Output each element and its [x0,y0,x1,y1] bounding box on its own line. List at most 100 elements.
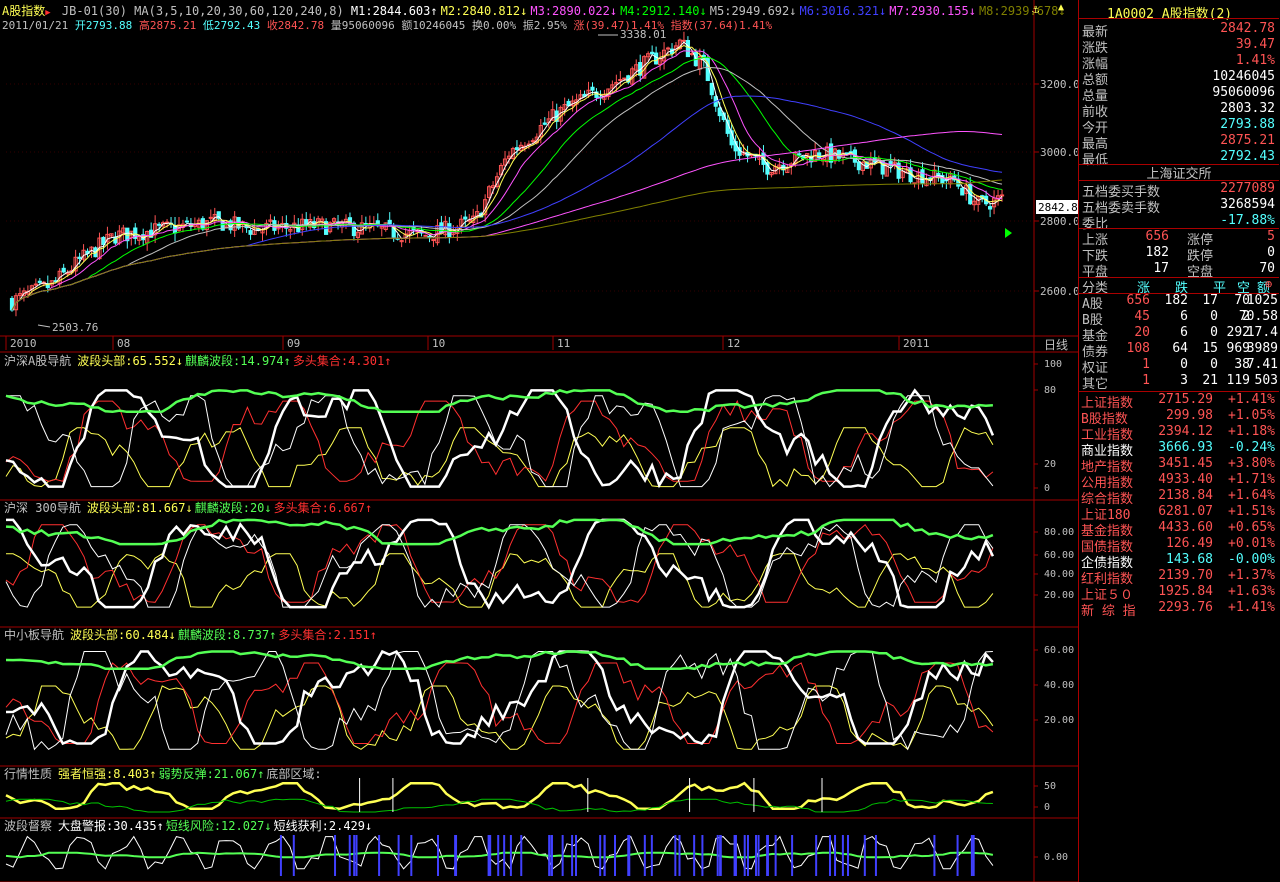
price-info-line: 2011/01/21 开2793.88 高2875.21 低2792.43 收2… [2,17,772,33]
formula-label[interactable]: JB-01(30) [62,4,127,18]
trend-arrow-icon: ↓ [699,4,707,18]
panel-title[interactable]: 中小板导航 [4,628,64,642]
index-row[interactable]: 红利指数 2139.70 +1.37% [1079,568,1279,587]
candle-body [530,140,535,143]
index-value: 2293.76 [1158,600,1213,615]
candle-body [665,47,671,50]
panel-title[interactable]: 波段督察 [4,819,52,833]
index-row[interactable]: 国债指数 126.49 +0.01% [1079,536,1279,555]
panel-axis-label: 20.00 [1044,715,1074,726]
panel-value: 麒麟波段:8.737 [177,628,270,642]
index-value: 4933.40 [1158,472,1213,487]
index-row[interactable]: B股指数 299.98 +1.05% [1079,408,1279,427]
trend-arrow-icon: ↓ [609,4,618,18]
chart-area[interactable]: 3200.03000.02800.02600.02842.83338.01250… [0,0,1078,882]
panel-axis-label: 50 [1044,781,1056,792]
panel-axis-label: 80 [1044,385,1056,396]
index-row[interactable]: 上证指数 2715.29 +1.41% [1079,392,1279,411]
candle-body [514,147,520,150]
category-flat: 0 [1210,309,1218,324]
index-value: 2715.29 [1158,392,1213,407]
category-down: 3 [1180,373,1188,388]
index-change: +0.65% [1228,520,1275,535]
panel-axis-label: 40.00 [1044,569,1074,580]
quote-row: 涨幅 1.41% [1079,53,1279,72]
breadth-value: 5 [1267,229,1275,244]
index-row[interactable]: 上证180 6281.07 +1.51% [1079,504,1279,523]
index-name: 新 综 指 [1081,604,1136,619]
index-change: +1.63% [1228,584,1275,599]
sidebar-divider [1079,293,1279,294]
low-value: 低2792.43 [202,19,261,32]
add-icon[interactable]: ⊕ [1265,277,1272,291]
breadth-value: 70 [1259,261,1275,276]
ma-value: M8:2939.678 [978,4,1059,18]
order-value: -17.88% [1220,213,1275,228]
candle-body [999,194,1005,197]
index-row[interactable]: 商业指数 3666.93 -0.24% [1079,440,1279,459]
candle-body [681,39,687,42]
ma-value: M2:2840.812 [440,4,521,18]
candle-body [797,153,802,156]
index-row[interactable]: 综合指数 2138.84 +1.64% [1079,488,1279,507]
panel-title[interactable]: 沪深 300导航 [4,501,81,515]
panel-value: 大盘警报:30.435 [58,819,157,833]
panel-value: 短线获利:2.429 [273,819,365,833]
panel-value: 弱势反弹:21.067 [158,767,258,781]
panel-header-p3: 中小板导航 波段头部:60.484↓ 麒麟波段:8.737↑ 多头集合:2.151↑ [4,626,379,643]
category-name: 其它 [1082,377,1109,392]
panel-axis-label: 60.00 [1044,645,1074,656]
index-row[interactable]: 基金指数 4433.60 +0.65% [1079,520,1279,539]
index-row[interactable]: 工业指数 2394.12 +1.18% [1079,424,1279,443]
index-change: +1.64% [1228,488,1275,503]
breadth-value: 656 [1145,229,1169,244]
index-row[interactable]: 新 综 指 2293.76 +1.41% [1079,600,1279,619]
breadth-value: 0 [1267,245,1275,260]
index-change: +1.05% [1228,408,1275,423]
panel-header-p1: 沪深A股导航 波段头部:65.552↓ 麒麟波段:14.974↑ 多头集合:4.301… [4,352,393,369]
trend-arrow-icon: ↓ [185,501,193,515]
index-row[interactable]: 上证５０ 1925.84 +1.63% [1079,584,1279,603]
candle-body [622,77,627,80]
quote-sidebar: 1A0002 A股指数(2) 最新 2842.78 涨跌 39.47 涨幅 1.41% 总额… [1078,0,1280,882]
candle-body [208,216,213,219]
panel-value: 多头集合:2.151 [278,628,370,642]
index-change: +1.37% [1228,568,1275,583]
date-axis-label: 08 [117,337,130,350]
index-change: -0.24% [1228,440,1275,455]
scroll-up-icon[interactable]: ▲ [1058,2,1064,13]
date-axis-label: 10 [432,337,445,350]
panel-title[interactable]: 沪深A股导航 [4,354,71,368]
panel-axis-label: 100 [1044,359,1062,370]
candle-body [157,223,162,226]
trend-arrow-icon: ↑ [149,767,157,781]
ma-line [11,95,1003,311]
trend-arrow-icon: ↓ [520,4,528,18]
sidebar-divider [1079,228,1279,229]
index-change: +1.18% [1228,424,1275,439]
index-value: 4433.60 [1158,520,1213,535]
panel-title[interactable]: 行情性质 [4,767,52,781]
index-value: 2139.70 [1158,568,1213,583]
trend-arrow-icon: ↑ [384,354,392,368]
amplitude-value: 振2.95% [522,19,567,32]
candle-body [590,86,595,91]
chart-title[interactable]: A股指数 [2,4,45,18]
category-amt: 70.58 [1238,309,1278,324]
order-row: 五档委买手数 2277089 [1079,181,1279,200]
index-value: 299.98 [1166,408,1213,423]
candle-body [654,52,659,65]
category-up: 1 [1142,373,1150,388]
price-axis-label: 2600.0 [1040,285,1078,298]
ma-value: M1:2844.603 [350,4,431,18]
candle-body [856,161,861,171]
anchor-icon[interactable]: ⚓ [1032,2,1039,16]
indicator-line [5,388,995,489]
quote-value: 2875.21 [1220,133,1275,148]
index-row[interactable]: 企债指数 143.68 -0.00% [1079,552,1279,571]
ma-line [11,66,1003,311]
index-row[interactable]: 公用指数 4933.40 +1.71% [1079,472,1279,491]
panel-value: 麒麟波段:20 [194,501,265,515]
stock-name: A股指数 [1161,7,1209,22]
index-row[interactable]: 地产指数 3451.45 +3.80% [1079,456,1279,475]
